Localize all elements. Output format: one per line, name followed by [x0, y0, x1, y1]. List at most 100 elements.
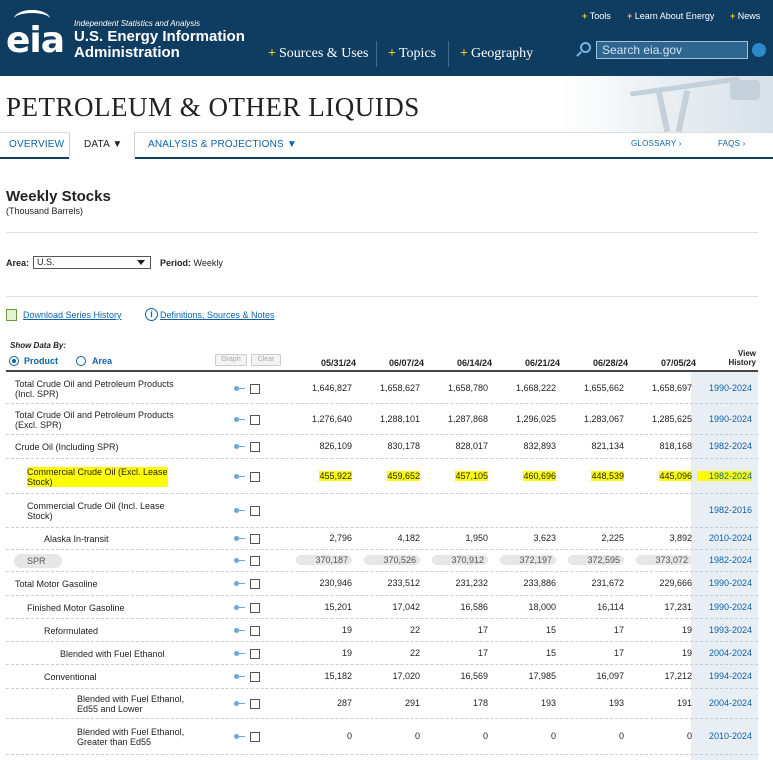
series-key-icon[interactable]: [234, 733, 245, 740]
row-label-line1: Commercial Crude Oil (Incl. Lease: [27, 501, 165, 511]
tab-data[interactable]: DATA ▼: [84, 139, 123, 150]
cell-value: 370,187: [296, 555, 352, 565]
view-history-link[interactable]: 2004-2024: [697, 698, 752, 708]
series-checkbox[interactable]: [250, 534, 260, 544]
clear-button[interactable]: Clear: [251, 354, 281, 366]
spreadsheet-icon: [6, 309, 17, 321]
series-key-icon[interactable]: [234, 385, 245, 392]
view-history-link[interactable]: 1990-2024: [697, 578, 752, 588]
view-history-link[interactable]: 1982-2024: [697, 470, 752, 481]
cell-value: 372,197: [500, 555, 556, 565]
radio-area[interactable]: [76, 356, 86, 366]
cell-value: 0: [686, 731, 692, 741]
view-history-link[interactable]: 1994-2024: [697, 671, 752, 681]
nav-geography[interactable]: + Geography: [460, 46, 533, 62]
util-tools[interactable]: + Tools: [582, 11, 611, 21]
cell-value: 1,950: [465, 533, 488, 543]
link-glossary[interactable]: GLOSSARY ›: [631, 139, 682, 148]
row-label-line1: Total Crude Oil and Petroleum Products: [15, 378, 174, 389]
eia-logo[interactable]: eia: [6, 20, 65, 61]
link-faqs[interactable]: FAQS ›: [718, 139, 745, 148]
series-key-icon[interactable]: [234, 673, 245, 680]
view-history-link[interactable]: 1990-2024: [697, 383, 752, 393]
plus-icon: +: [730, 11, 738, 21]
cell-value: 0: [550, 731, 556, 741]
cell-value: 821,134: [591, 441, 624, 451]
row-label: Total Crude Oil and Petroleum Products (E…: [15, 410, 174, 430]
util-news[interactable]: + News: [730, 11, 760, 21]
cell-value: 828,017: [455, 441, 488, 451]
row-label-line1: Reformulated: [44, 625, 99, 636]
util-tools-label: Tools: [589, 11, 611, 21]
tab-overview[interactable]: OVERVIEW: [9, 139, 64, 150]
series-checkbox[interactable]: [250, 506, 260, 516]
series-checkbox[interactable]: [250, 648, 260, 659]
row-label: Reformulated: [44, 626, 98, 636]
view-history-link[interactable]: 1982-2024: [697, 555, 752, 565]
radio-area-label[interactable]: Area: [92, 356, 112, 366]
radio-product[interactable]: [9, 356, 19, 366]
view-history-link[interactable]: 1982-2024: [697, 441, 752, 451]
view-history-link[interactable]: 2010-2024: [697, 533, 752, 543]
util-news-label: News: [737, 11, 761, 21]
row-label-line2: Ed55 and Lower: [77, 704, 143, 714]
series-key-icon[interactable]: [234, 507, 245, 514]
nav-sources-uses-label: Sources & Uses: [278, 46, 369, 61]
agency-name[interactable]: U.S. Energy Information Administration: [74, 29, 245, 61]
cell-value: 0: [482, 731, 488, 741]
series-key-icon[interactable]: [234, 443, 245, 450]
series-key-icon[interactable]: [234, 535, 245, 542]
series-key-icon[interactable]: [234, 650, 245, 657]
period-value: Weekly: [193, 258, 223, 268]
cell-value: 17: [613, 624, 624, 635]
row-label-line1: Blended with Fuel Ethanol,: [77, 727, 185, 737]
series-checkbox[interactable]: [250, 732, 260, 742]
util-learn-about-energy[interactable]: + Learn About Energy: [627, 11, 714, 21]
cell-value: 3,892: [669, 533, 692, 543]
cell-value: 1,658,780: [447, 382, 488, 393]
series-checkbox[interactable]: [250, 471, 260, 482]
util-learn-label: Learn About Energy: [634, 11, 715, 21]
radio-product-label[interactable]: Product: [24, 356, 58, 366]
graph-button[interactable]: Graph: [215, 354, 247, 366]
view-history-link[interactable]: 2010-2024: [697, 731, 752, 741]
view-history-link[interactable]: 1982-2016: [697, 505, 752, 515]
plus-icon: +: [268, 46, 276, 61]
download-series-history-link[interactable]: Download Series History: [23, 310, 122, 320]
tab-analysis-projections[interactable]: ANALYSIS & PROJECTIONS ▼: [148, 139, 297, 150]
search-input[interactable]: Search eia.gov: [596, 41, 748, 59]
cell-value: 231,232: [455, 578, 488, 588]
series-key-icon[interactable]: [234, 473, 245, 480]
series-key-icon[interactable]: [234, 557, 245, 564]
view-history-link[interactable]: 1993-2024: [697, 625, 752, 635]
series-checkbox[interactable]: [250, 579, 260, 589]
series-checkbox[interactable]: [250, 556, 260, 566]
series-checkbox[interactable]: [250, 672, 260, 682]
series-checkbox[interactable]: [250, 699, 260, 709]
caret-down-icon: ▼: [286, 139, 298, 150]
series-key-icon[interactable]: [234, 627, 245, 634]
series-key-icon[interactable]: [234, 604, 245, 611]
series-checkbox[interactable]: [250, 414, 260, 425]
view-history-link[interactable]: 2004-2024: [697, 648, 752, 658]
series-checkbox[interactable]: [250, 625, 260, 636]
series-key-icon[interactable]: [234, 416, 245, 423]
view-history-link[interactable]: 1990-2024: [697, 414, 752, 424]
row-label-line1: Alaska In-transit: [44, 534, 109, 544]
view-history-link[interactable]: 1990-2024: [697, 602, 752, 612]
nav-sources-uses[interactable]: + Sources & Uses: [268, 46, 368, 62]
series-checkbox[interactable]: [250, 383, 260, 394]
area-select[interactable]: U.S.: [33, 256, 151, 269]
search-submit-button[interactable]: [752, 43, 766, 57]
cell-value: 1,285,625: [651, 413, 692, 424]
view-history-line2: History: [728, 358, 756, 367]
series-key-icon[interactable]: [234, 580, 245, 587]
plus-icon: +: [627, 11, 635, 21]
series-checkbox[interactable]: [250, 442, 260, 452]
definitions-sources-notes-link[interactable]: Definitions, Sources & Notes: [160, 310, 275, 320]
cell-value: 3,623: [533, 533, 556, 543]
series-checkbox[interactable]: [250, 602, 260, 613]
row-label: Commercial Crude Oil (Incl. Lease Stock): [27, 501, 165, 521]
series-key-icon[interactable]: [234, 700, 245, 707]
nav-topics[interactable]: + Topics: [388, 46, 436, 62]
